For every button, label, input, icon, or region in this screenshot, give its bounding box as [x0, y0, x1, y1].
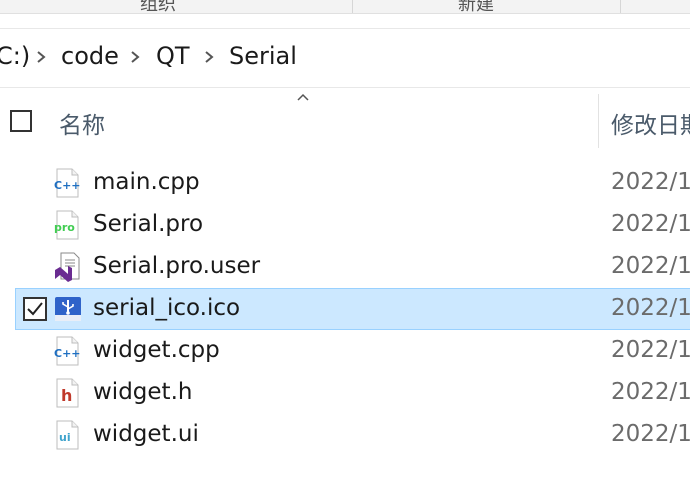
file-row-widget-h[interactable]: h widget.h 2022/1	[15, 372, 690, 414]
chevron-right-icon[interactable]	[202, 49, 216, 65]
file-row-serial-pro[interactable]: pro Serial.pro 2022/1	[15, 204, 690, 246]
breadcrumb-item-serial[interactable]: Serial	[229, 42, 297, 70]
file-date: 2022/1	[611, 169, 690, 195]
file-row-widget-cpp[interactable]: C++ widget.cpp 2022/1	[15, 330, 690, 372]
file-row-main-cpp[interactable]: C++ main.cpp 2022/1	[15, 162, 690, 204]
file-date: 2022/1	[611, 211, 690, 237]
file-row-serial-pro-user[interactable]: Serial.pro.user 2022/1	[15, 246, 690, 288]
ribbon-divider	[352, 0, 353, 13]
pro-file-icon: pro	[54, 210, 79, 240]
file-name[interactable]: widget.h	[93, 379, 192, 405]
breadcrumb-item-drive[interactable]: C:)	[0, 42, 30, 70]
file-row-serial-ico[interactable]: serial_ico.ico 2022/1	[15, 288, 690, 330]
sort-ascending-icon	[297, 93, 309, 101]
svg-text:ui: ui	[59, 431, 71, 444]
ribbon-group-organize[interactable]: 组织	[140, 0, 176, 13]
row-checkbox-checked[interactable]	[23, 297, 47, 321]
file-date: 2022/1	[611, 295, 690, 321]
svg-text:pro: pro	[54, 221, 75, 234]
ribbon-divider	[620, 0, 621, 13]
visual-studio-user-file-icon	[55, 252, 80, 282]
select-all-checkbox[interactable]	[10, 110, 32, 132]
column-header-name[interactable]: 名称	[59, 106, 105, 140]
chevron-right-icon[interactable]	[128, 49, 142, 65]
breadcrumb[interactable]: C:) code QT Serial	[0, 28, 690, 88]
file-name[interactable]: widget.cpp	[93, 337, 220, 363]
file-name[interactable]: main.cpp	[93, 169, 200, 195]
svg-text:h: h	[61, 386, 72, 405]
file-row-widget-ui[interactable]: ui widget.ui 2022/1	[15, 414, 690, 456]
breadcrumb-item-qt[interactable]: QT	[156, 42, 190, 70]
column-divider[interactable]	[598, 94, 599, 148]
column-header-row: 名称 修改日期	[0, 88, 690, 152]
svg-text:C++: C++	[54, 179, 81, 192]
ui-file-icon: ui	[56, 420, 79, 450]
file-name[interactable]: Serial.pro	[93, 211, 203, 237]
file-date: 2022/1	[611, 337, 690, 363]
ribbon-bar: 组织 新建	[0, 0, 690, 14]
file-date: 2022/1	[611, 379, 690, 405]
checkmark-icon	[27, 302, 43, 316]
svg-text:C++: C++	[54, 347, 81, 360]
file-date: 2022/1	[611, 253, 690, 279]
file-name[interactable]: serial_ico.ico	[93, 295, 240, 321]
file-name[interactable]: widget.ui	[93, 421, 199, 447]
breadcrumb-item-code[interactable]: code	[61, 42, 119, 70]
usb-ico-file-icon	[55, 297, 81, 321]
file-name[interactable]: Serial.pro.user	[93, 253, 260, 279]
cpp-file-icon: C++	[54, 168, 81, 198]
cpp-file-icon: C++	[54, 336, 81, 366]
file-date: 2022/1	[611, 421, 690, 447]
column-header-date-modified[interactable]: 修改日期	[611, 106, 690, 140]
header-file-icon: h	[56, 378, 79, 408]
ribbon-group-new[interactable]: 新建	[458, 0, 494, 13]
chevron-right-icon[interactable]	[34, 49, 48, 65]
